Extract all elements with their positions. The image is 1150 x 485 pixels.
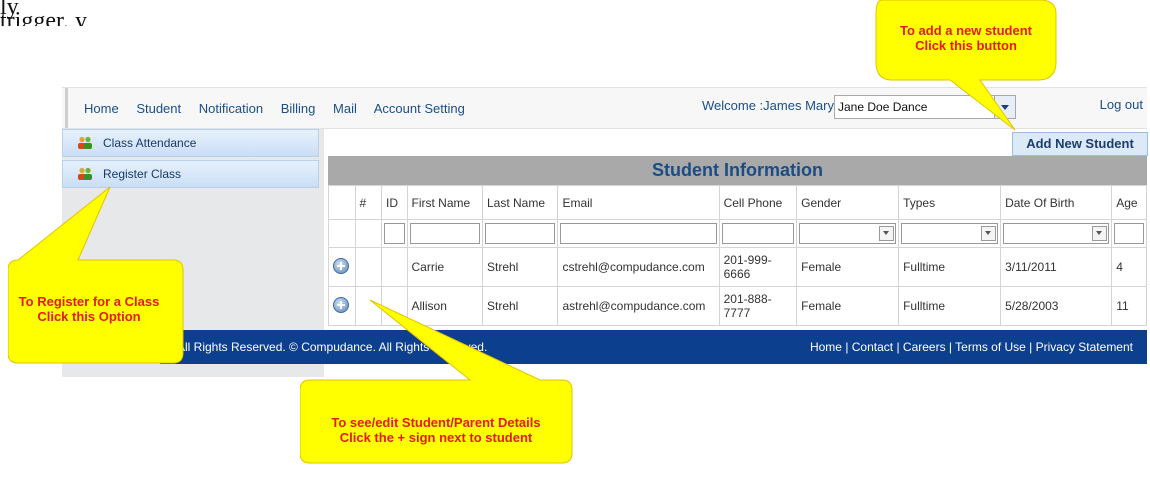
first-name-filter-input[interactable] bbox=[409, 223, 480, 244]
last-name-filter-input[interactable] bbox=[484, 223, 556, 244]
cell-type: Fulltime bbox=[898, 286, 1002, 326]
callout-add-student-text: To add a new student Click this button bbox=[900, 23, 1032, 53]
dob-filter-select[interactable] bbox=[1003, 223, 1110, 244]
main-nav: Home Student Notification Billing Mail A… bbox=[84, 101, 479, 116]
people-icon bbox=[78, 136, 92, 149]
chevron-down-icon[interactable] bbox=[1092, 226, 1108, 241]
id-filter-input[interactable] bbox=[384, 223, 405, 244]
cell-first-name: Carrie bbox=[406, 247, 483, 287]
sidebar-item-label: Class Attendance bbox=[103, 136, 197, 150]
cell-phone-filter-input[interactable] bbox=[721, 223, 795, 244]
header-row: # ID First Name Last Name Email Cell Pho… bbox=[328, 185, 1147, 220]
col-cell-phone[interactable]: Cell Phone bbox=[718, 185, 798, 220]
filter-row bbox=[328, 219, 1147, 248]
cell-phone: 201-888-7777 bbox=[718, 286, 798, 326]
col-types[interactable]: Types bbox=[898, 185, 1002, 220]
col-number[interactable]: # bbox=[354, 185, 383, 220]
cell-age: 4 bbox=[1111, 247, 1147, 287]
callout-details-text: To see/edit Student/Parent Details Click… bbox=[331, 415, 541, 445]
col-id[interactable]: ID bbox=[381, 185, 408, 220]
expand-plus-icon[interactable] bbox=[333, 257, 349, 274]
document-fragment-text: ly trigger, y bbox=[0, 0, 88, 26]
callout-register-bubble bbox=[8, 186, 184, 364]
col-gender[interactable]: Gender bbox=[796, 185, 900, 220]
footer-links[interactable]: Home | Contact | Careers | Terms of Use … bbox=[810, 340, 1133, 354]
cell-gender: Female bbox=[796, 247, 900, 287]
types-filter-select[interactable] bbox=[901, 223, 999, 244]
col-first-name[interactable]: First Name bbox=[406, 185, 483, 220]
callout-register-text: To Register for a Class Click this Optio… bbox=[18, 294, 160, 324]
cell-email: cstrehl@compudance.com bbox=[557, 247, 720, 287]
age-filter-input[interactable] bbox=[1114, 223, 1144, 244]
cell-age: 11 bbox=[1111, 286, 1147, 326]
col-last-name[interactable]: Last Name bbox=[481, 185, 559, 220]
cell-email: astrehl@compudance.com bbox=[557, 286, 720, 326]
nav-home[interactable]: Home bbox=[84, 101, 119, 116]
chevron-down-icon[interactable] bbox=[879, 226, 895, 241]
cell-gender: Female bbox=[796, 286, 900, 326]
nav-student[interactable]: Student bbox=[136, 101, 181, 116]
chevron-down-icon[interactable] bbox=[981, 226, 997, 241]
email-filter-input[interactable] bbox=[560, 223, 717, 244]
table-title: Student Information bbox=[328, 156, 1147, 185]
cell-dob: 3/11/2011 bbox=[1000, 247, 1113, 287]
cell-type: Fulltime bbox=[898, 247, 1002, 287]
nav-account-setting[interactable]: Account Setting bbox=[374, 101, 465, 116]
gender-filter-select[interactable] bbox=[799, 223, 897, 244]
nav-mail[interactable]: Mail bbox=[333, 101, 357, 116]
cell-last-name: Strehl bbox=[481, 247, 559, 287]
nav-notification[interactable]: Notification bbox=[199, 101, 263, 116]
welcome-text: Welcome :James Mary bbox=[702, 98, 834, 113]
col-email[interactable]: Email bbox=[557, 185, 720, 220]
sidebar-item-class-attendance[interactable]: Class Attendance bbox=[62, 129, 319, 157]
cell-phone: 201-999-6666 bbox=[718, 247, 798, 287]
col-age[interactable]: Age bbox=[1111, 185, 1147, 220]
cell-dob: 5/28/2003 bbox=[1000, 286, 1113, 326]
nav-billing[interactable]: Billing bbox=[281, 101, 316, 116]
col-expand bbox=[328, 185, 356, 220]
table-row: Carrie Strehl cstrehl@compudance.com 201… bbox=[328, 247, 1147, 287]
col-date-of-birth[interactable]: Date Of Birth bbox=[1000, 185, 1113, 220]
